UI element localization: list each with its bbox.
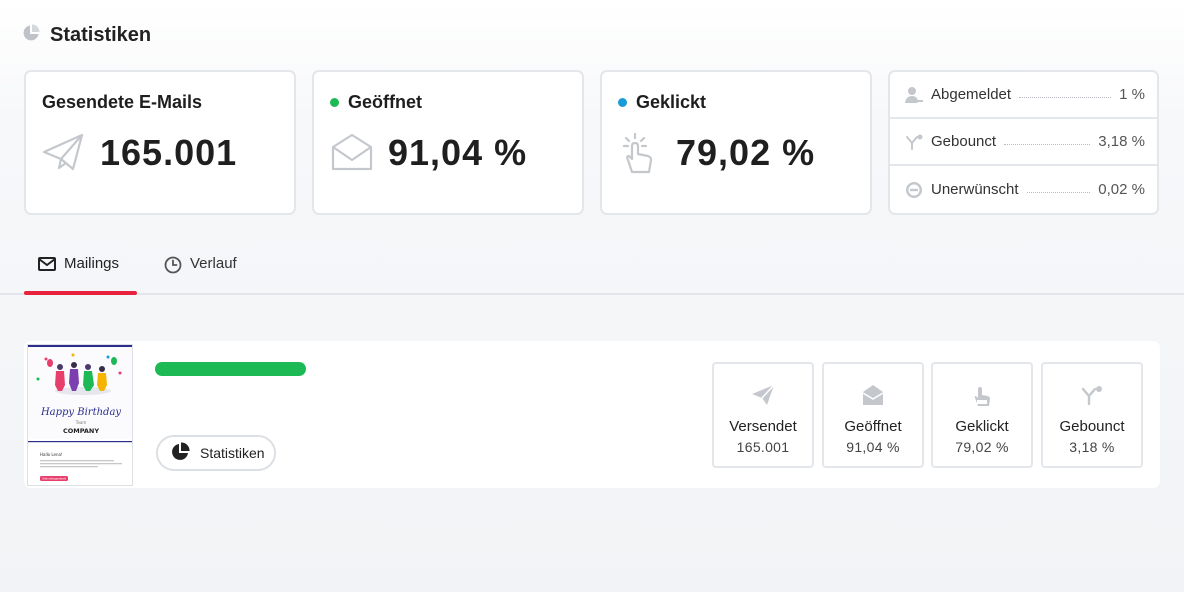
sent-emails-card: Gesendete E-Mails 165.001 [24, 70, 296, 215]
metric-sent-label: Versendet [729, 418, 797, 435]
bounce-icon [904, 134, 924, 150]
thumbnail-company: COMPANY [63, 427, 99, 435]
metric-sent: Versendet 165.001 [712, 362, 814, 468]
metric-opened: Geöffnet 91,04 % [822, 362, 924, 468]
envelope-icon [824, 380, 922, 410]
tab-mailings-label: Mailings [64, 255, 120, 272]
opened-card: Geöffnet 91,04 % [312, 70, 584, 215]
thumbnail-greeting: Hallo Lena! [40, 452, 63, 457]
block-icon [904, 181, 924, 199]
tab-mailings[interactable]: Mailings [38, 255, 119, 295]
mailing-name-placeholder [155, 362, 306, 376]
opened-value: 91,04 % [388, 132, 528, 173]
tab-history-label: Verlauf [190, 255, 237, 272]
sent-emails-value: 165.001 [100, 132, 238, 173]
metric-bounced-value: 3,18 % [1069, 439, 1115, 455]
mailing-card: Happy Birthday Team COMPANY Hallo Lena! … [24, 341, 1160, 488]
metric-opened-label: Geöffnet [844, 418, 902, 435]
active-tab-indicator [24, 291, 137, 295]
secondary-stats-card: Abgemeldet 1 % Gebounct 3,18 % Unerwünsc… [888, 70, 1159, 215]
leader-dots [1019, 97, 1112, 98]
thumbnail-illustration: Happy Birthday Team COMPANY Hallo Lena! … [28, 345, 132, 481]
bounced-label: Gebounct [931, 133, 997, 150]
thumbnail-button: Geburtstagsrabatt [42, 477, 66, 481]
hand-click-icon [618, 132, 658, 181]
mailing-thumbnail[interactable]: Happy Birthday Team COMPANY Hallo Lena! … [27, 344, 133, 486]
leader-dots [1026, 192, 1091, 193]
tab-bar: Mailings Verlauf [0, 245, 1184, 295]
metric-sent-value: 165.001 [736, 439, 790, 455]
page-header: Statistiken [22, 24, 151, 47]
bounce-icon [1043, 380, 1141, 410]
metric-bounced: Gebounct 3,18 % [1041, 362, 1143, 468]
user-minus-icon [904, 86, 924, 104]
metric-opened-value: 91,04 % [846, 439, 900, 455]
statistics-button[interactable]: Statistiken [156, 435, 276, 471]
metric-clicked: Geklickt 79,02 % [931, 362, 1033, 468]
pie-chart-icon [22, 24, 40, 47]
thumbnail-heading: Happy Birthday [40, 407, 121, 418]
metric-clicked-label: Geklickt [955, 418, 1009, 435]
bounced-row: Gebounct 3,18 % [890, 119, 1157, 166]
spam-row: Unerwünscht 0,02 % [890, 166, 1157, 213]
clicked-value: 79,02 % [676, 132, 816, 173]
hand-click-icon [933, 380, 1031, 410]
envelope-open-icon [330, 132, 374, 177]
unsubscribed-label: Abgemeldet [931, 86, 1012, 103]
statistics-button-label: Statistiken [200, 445, 265, 461]
sent-emails-title: Gesendete E-Mails [42, 92, 203, 112]
spam-label: Unerwünscht [931, 181, 1019, 198]
pie-chart-icon [170, 441, 190, 465]
mail-icon [38, 257, 56, 275]
clicked-card: Geklickt 79,02 % [600, 70, 872, 215]
metric-bounced-label: Gebounct [1059, 418, 1125, 435]
opened-title: Geöffnet [348, 92, 422, 112]
bounced-value: 3,18 % [1098, 133, 1145, 150]
metric-clicked-value: 79,02 % [955, 439, 1009, 455]
page-title: Statistiken [50, 24, 152, 46]
clicked-dot [618, 98, 627, 107]
tab-history[interactable]: Verlauf [164, 255, 237, 295]
clicked-title: Geklickt [636, 92, 707, 112]
spam-value: 0,02 % [1098, 181, 1145, 198]
paper-plane-icon [714, 380, 812, 410]
clock-icon [164, 256, 182, 278]
thumbnail-sub: Team [75, 420, 87, 425]
opened-dot [330, 98, 339, 107]
unsubscribed-row: Abgemeldet 1 % [890, 72, 1157, 119]
unsubscribed-value: 1 % [1119, 86, 1145, 103]
paper-plane-icon [42, 132, 84, 177]
leader-dots [1004, 144, 1091, 145]
